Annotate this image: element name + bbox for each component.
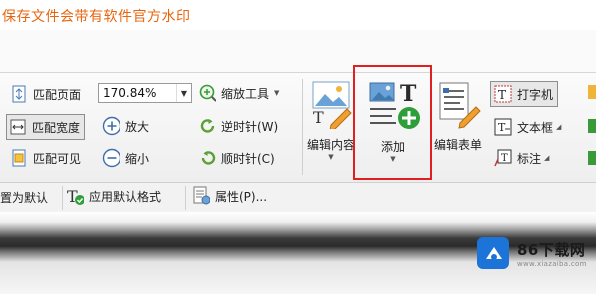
secondary-toolbar: 置为默认 T 应用默认格式 属性(P)... [0, 182, 596, 213]
rotate-cw-label: 顺时针(C) [221, 151, 275, 166]
ribbon-tab-area [0, 30, 596, 72]
logo-url: www.xiazaiba.com [517, 259, 587, 268]
rotate-cw-icon [198, 149, 216, 167]
edit-form-label: 编辑表单 [433, 138, 482, 152]
watermark-banner: 保存文件会带有软件官方水印 [0, 0, 596, 30]
textbox-icon: T [494, 118, 512, 136]
zoom-tool-button[interactable]: 缩放工具 ▼ [198, 84, 279, 102]
magnifier-icon [198, 84, 216, 102]
text-format-icon: T [66, 187, 84, 206]
fit-visible-icon [10, 149, 28, 167]
edit-form-button[interactable]: 编辑表单 [430, 79, 486, 153]
properties-button[interactable]: 属性(P)... [192, 186, 268, 205]
typewriter-button[interactable]: T 打字机 [490, 81, 559, 107]
zoom-combobox[interactable]: 170.84% ▼ [98, 83, 192, 103]
fit-page-label: 匹配页面 [33, 87, 82, 102]
rotate-ccw-button[interactable]: 逆时针(W) [198, 117, 278, 135]
callout-button[interactable]: T 标注 ◢ [494, 149, 549, 167]
ribbon-toolbar: 匹配页面 匹配宽度 匹配可见 放大 缩小 缩放工具 ▼ 逆时针(W) 顺时针(C… [0, 72, 596, 183]
svg-text:T: T [498, 88, 506, 102]
set-default-label: 置为默认 [0, 191, 49, 205]
toolbar-separator [185, 186, 186, 210]
zoom-out-button[interactable]: 缩小 [102, 148, 150, 168]
fit-visible-button[interactable]: 匹配可见 [10, 149, 81, 167]
fit-visible-label: 匹配可见 [33, 151, 82, 166]
overflow-icons [586, 85, 596, 175]
fit-page-icon [10, 85, 28, 103]
edit-content-icon: T [307, 79, 355, 132]
properties-icon [192, 186, 210, 205]
edit-form-icon [434, 79, 482, 132]
fit-page-button[interactable]: 匹配页面 [10, 85, 81, 103]
chevron-down-icon: ◢ [544, 154, 550, 162]
edit-content-label: 编辑内容 [306, 138, 355, 152]
svg-text:T: T [498, 121, 506, 134]
typewriter-label: 打字机 [517, 87, 554, 102]
ribbon-separator [302, 79, 303, 175]
watermark-notice: 保存文件会带有软件官方水印 [2, 9, 191, 25]
zoom-out-icon [102, 148, 120, 168]
set-default-button[interactable]: 置为默认 [0, 189, 48, 206]
chevron-down-icon: ▼ [274, 89, 280, 97]
chevron-down-icon[interactable]: ▼ [176, 84, 191, 102]
zoom-tool-label: 缩放工具 [221, 86, 270, 101]
apply-default-format-label: 应用默认格式 [89, 189, 162, 204]
highlight-frame [353, 65, 432, 180]
apply-default-format-button[interactable]: T 应用默认格式 [66, 187, 162, 206]
zoom-value: 170.84% [103, 86, 157, 100]
svg-text:T: T [501, 153, 508, 164]
textbox-label: 文本框 [517, 120, 554, 135]
zoom-in-button[interactable]: 放大 [102, 116, 150, 136]
chevron-down-icon: ◢ [556, 123, 562, 131]
typewriter-icon: T [494, 85, 512, 103]
zoom-in-icon [102, 116, 120, 136]
logo-name: 86下载网 [517, 240, 586, 259]
textbox-button[interactable]: T 文本框 ◢ [494, 118, 561, 136]
callout-label: 标注 [517, 151, 542, 166]
zoom-out-label: 缩小 [125, 151, 150, 166]
logo-icon [477, 237, 509, 269]
chevron-down-icon: ▼ [328, 153, 334, 161]
zoom-in-label: 放大 [125, 119, 150, 134]
svg-text:T: T [313, 108, 324, 127]
callout-icon: T [494, 149, 512, 167]
rotate-ccw-label: 逆时针(W) [221, 119, 279, 134]
properties-label: 属性(P)... [215, 189, 268, 204]
fit-width-button[interactable]: 匹配宽度 [6, 114, 86, 140]
toolbar-separator [62, 186, 63, 210]
fit-width-label: 匹配宽度 [32, 120, 81, 135]
edit-content-button[interactable]: T 编辑内容 ▼ [305, 79, 357, 161]
fit-width-icon [9, 118, 27, 136]
rotate-ccw-icon [198, 117, 216, 135]
site-watermark-logo: 86下载网 www.xiazaiba.com [477, 237, 587, 269]
rotate-cw-button[interactable]: 顺时针(C) [198, 149, 275, 167]
